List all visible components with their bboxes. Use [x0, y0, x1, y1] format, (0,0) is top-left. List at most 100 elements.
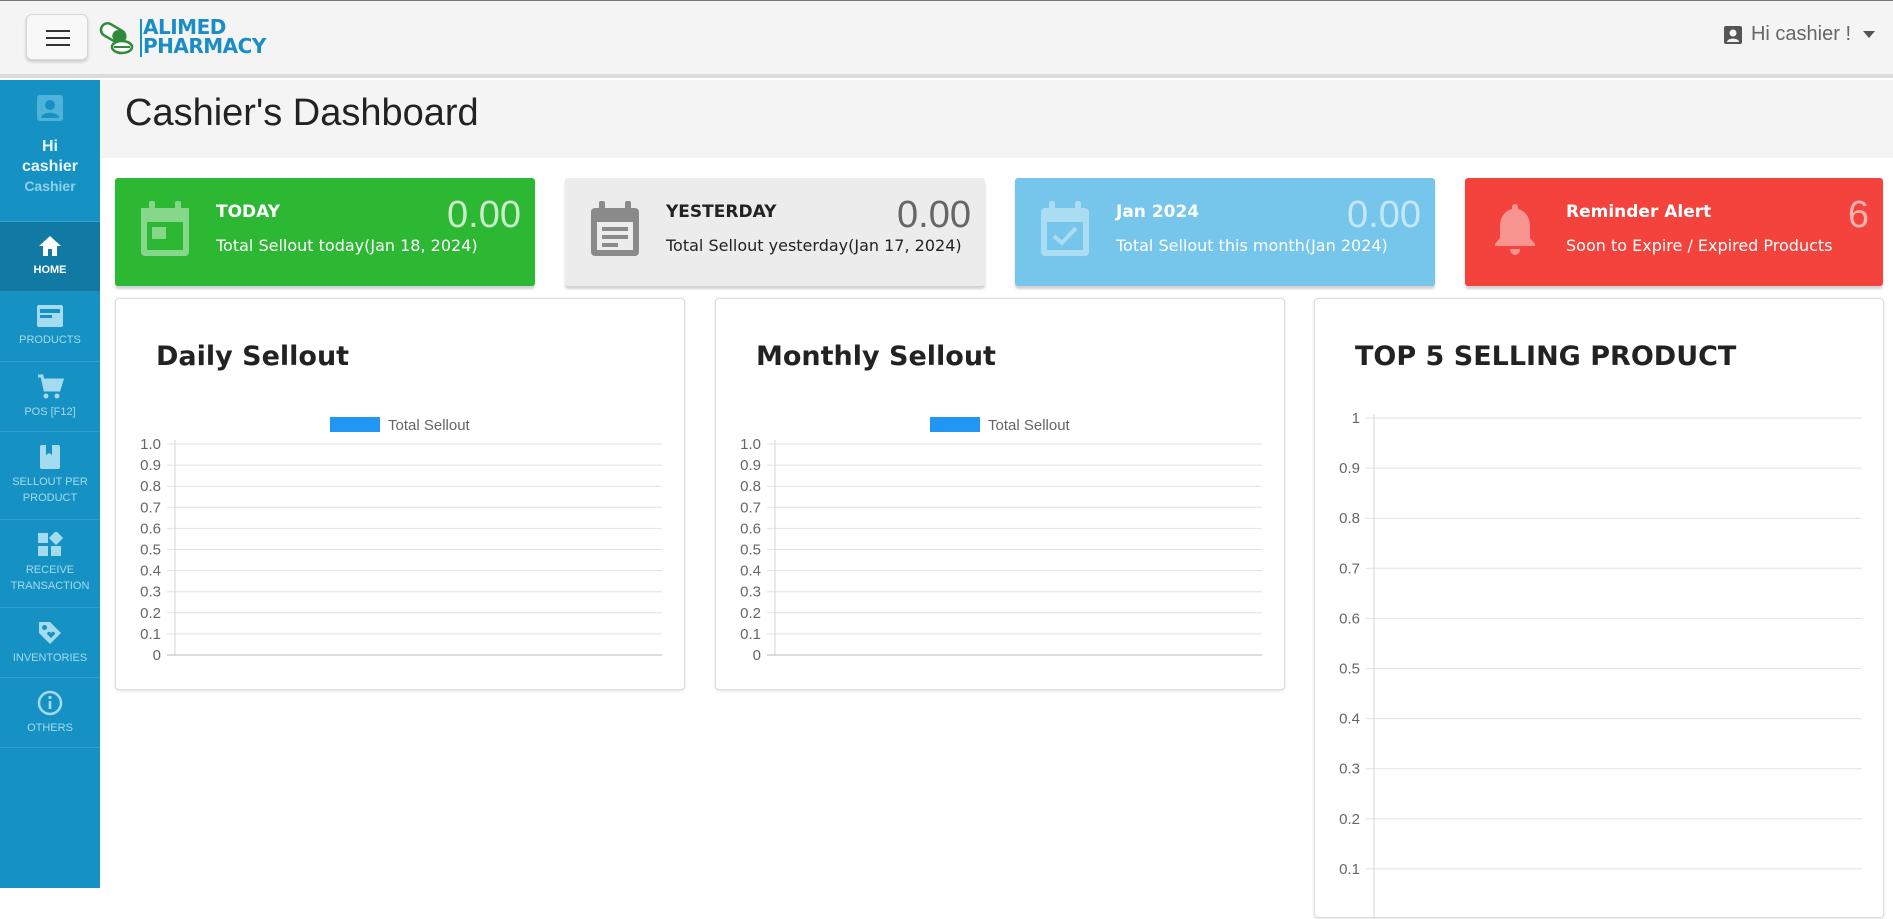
info-box-value: 6: [1847, 194, 1869, 236]
y-tick-label: 0.8: [1339, 510, 1360, 527]
profile-hi: Hi: [42, 138, 58, 155]
sidebar-item-inventories[interactable]: INVENTORIES: [0, 608, 100, 678]
sidebar-item-label: TRANSACTION: [10, 580, 90, 592]
info-box-label: Jan 2024: [1116, 202, 1200, 222]
user-greeting: Hi cashier !: [1750, 23, 1851, 45]
sidebar-item-receive-transaction[interactable]: RECEIVE TRANSACTION: [0, 520, 100, 608]
info-box-label: YESTERDAY: [666, 202, 777, 222]
sidebar-item-sellout-per-product[interactable]: SELLOUT PER PRODUCT: [0, 432, 100, 520]
user-dropdown[interactable]: Hi cashier !: [1723, 23, 1875, 46]
chevron-down-icon: [1863, 31, 1875, 38]
bell-icon: [1495, 204, 1535, 255]
cart-icon: [38, 374, 64, 399]
y-tick-label: 0.5: [140, 542, 161, 559]
home-icon: [39, 236, 61, 256]
y-tick-label: 0: [753, 647, 761, 664]
pill-logo-icon: [99, 22, 134, 55]
menu-toggle-button[interactable]: [26, 14, 88, 60]
page-header: Cashier's Dashboard: [100, 80, 1893, 158]
account-icon: [37, 95, 63, 121]
y-tick-label: 0.2: [140, 605, 161, 622]
y-tick-label: 0.3: [140, 584, 161, 601]
info-box-month[interactable]: Jan 2024 Total Sellout this month(Jan 20…: [1015, 178, 1435, 286]
brand-line2: PHARMACY: [143, 34, 266, 58]
y-tick-label: 0.1: [740, 626, 761, 643]
info-box-value: 0.00: [1347, 194, 1421, 236]
y-tick-label: 0.4: [740, 563, 761, 580]
y-tick-label: 1.0: [140, 436, 161, 453]
sidebar-item-products[interactable]: PRODUCTS: [0, 292, 100, 362]
info-box-desc: Total Sellout this month(Jan 2024): [1116, 236, 1388, 255]
info-box-desc: Total Sellout today(Jan 18, 2024): [216, 236, 478, 255]
sidebar-item-label: HOME: [33, 264, 67, 276]
info-box-desc: Total Sellout yesterday(Jan 17, 2024): [666, 236, 962, 255]
y-tick-label: 0.6: [140, 520, 161, 537]
info-box-reminder-alert[interactable]: Reminder Alert Soon to Expire / Expired …: [1465, 178, 1883, 286]
y-tick-label: 0.5: [740, 542, 761, 559]
monthly-sellout-card: Monthly Sellout Total Sellout 1.0 0.9 0.8 0.…: [715, 298, 1285, 690]
sidebar-item-label: PRODUCTS: [19, 334, 81, 346]
y-tick-label: 0.8: [740, 478, 761, 495]
sidebar-item-home[interactable]: HOME: [0, 222, 100, 292]
chart-legend: Total Sellout: [930, 417, 1071, 434]
y-tick-label: 0.6: [1339, 610, 1360, 627]
hamburger-icon: [46, 30, 70, 32]
y-tick-label: 1.0: [740, 436, 761, 453]
y-tick-label: 0.3: [740, 584, 761, 601]
top5-selling-chart-svg: 1 0.9 0.8 0.7 0.6 0.5 0.4 0.3 0.2 0.1: [1339, 410, 1862, 919]
y-tick-label: 0.1: [140, 626, 161, 643]
legend-swatch: [930, 417, 980, 432]
calendar-check-icon: [1041, 201, 1089, 256]
legend-label: Total Sellout: [388, 417, 471, 434]
y-tick-label: 1: [1352, 410, 1360, 427]
top5-selling-card: TOP 5 SELLING PRODUCT 1 0.9 0.8 0.7 0.6 0.5 0.…: [1314, 298, 1884, 919]
info-box-today[interactable]: TODAY Total Sellout today(Jan 18, 2024) …: [115, 178, 535, 286]
monthly-sellout-chart-svg: Total Sellout 1.0 0.9 0.8 0.7 0.6 0.5 0.4 0.3 0.2…: [740, 417, 1262, 664]
page-title: Cashier's Dashboard: [125, 92, 479, 134]
sidebar-item-label: PRODUCT: [22, 492, 78, 504]
info-box-yesterday[interactable]: YESTERDAY Total Sellout yesterday(Jan 17…: [565, 178, 985, 286]
y-tick-label: 0.4: [1339, 711, 1360, 728]
sidebar-item-label: OTHERS: [27, 722, 73, 734]
sidebar-item-others[interactable]: OTHERS: [0, 678, 100, 748]
legend-label: Total Sellout: [988, 417, 1071, 434]
sidebar-item-label: SELLOUT PER: [12, 476, 88, 488]
brand-name: ALIMED PHARMACY: [143, 17, 266, 58]
info-box-label: TODAY: [216, 202, 280, 222]
y-tick-label: 0.4: [140, 563, 161, 580]
y-tick-label: 0.7: [1339, 560, 1360, 577]
info-box-label: Reminder Alert: [1566, 202, 1712, 222]
y-tick-label: 0.1: [1339, 861, 1360, 878]
y-tick-label: 0.7: [740, 499, 761, 516]
calendar-today-icon: [141, 201, 189, 256]
sidebar-item-label: INVENTORIES: [12, 652, 88, 664]
y-tick-label: 0: [153, 647, 161, 664]
daily-sellout-card: Daily Sellout Total Sellout 1.0 0.9 0.8 0.7 0…: [115, 298, 685, 690]
legend-swatch: [330, 417, 380, 432]
info-box-desc: Soon to Expire / Expired Products: [1566, 236, 1833, 255]
top-navbar: ALIMED PHARMACY Hi cashier !: [0, 0, 1893, 78]
y-tick-label: 0.8: [140, 478, 161, 495]
y-tick-label: 0.9: [140, 457, 161, 474]
widgets-icon: [38, 532, 63, 556]
daily-sellout-chart-svg: Total Sellout 1.0 0.9 0.8 0.7 0.6 0.5 0.4 0.3 0.2…: [140, 417, 662, 664]
y-tick-label: 0.9: [740, 457, 761, 474]
sidebar: Hi cashier Cashier HOME PRODUCTS POS [F1…: [0, 80, 100, 888]
y-tick-label: 0.5: [1339, 661, 1360, 678]
info-icon: [37, 690, 63, 716]
sidebar-profile: Hi cashier Cashier: [0, 80, 100, 222]
profile-role: Cashier: [24, 178, 76, 194]
y-tick-label: 0.7: [140, 499, 161, 516]
y-tick-label: 0.2: [740, 605, 761, 622]
tag-icon: [39, 622, 61, 644]
sidebar-item-label: POS [F12]: [24, 406, 76, 418]
y-tick-label: 0.2: [1339, 811, 1360, 828]
sidebar-item-label: RECEIVE: [25, 564, 75, 576]
info-box-value: 0.00: [897, 194, 971, 236]
account-box-icon: [1723, 25, 1742, 44]
logo-divider: [140, 19, 142, 57]
book-icon: [40, 445, 60, 469]
chart-legend: Total Sellout: [330, 417, 471, 434]
info-box-value: 0.00: [447, 194, 521, 236]
sidebar-item-pos[interactable]: POS [F12]: [0, 362, 100, 432]
